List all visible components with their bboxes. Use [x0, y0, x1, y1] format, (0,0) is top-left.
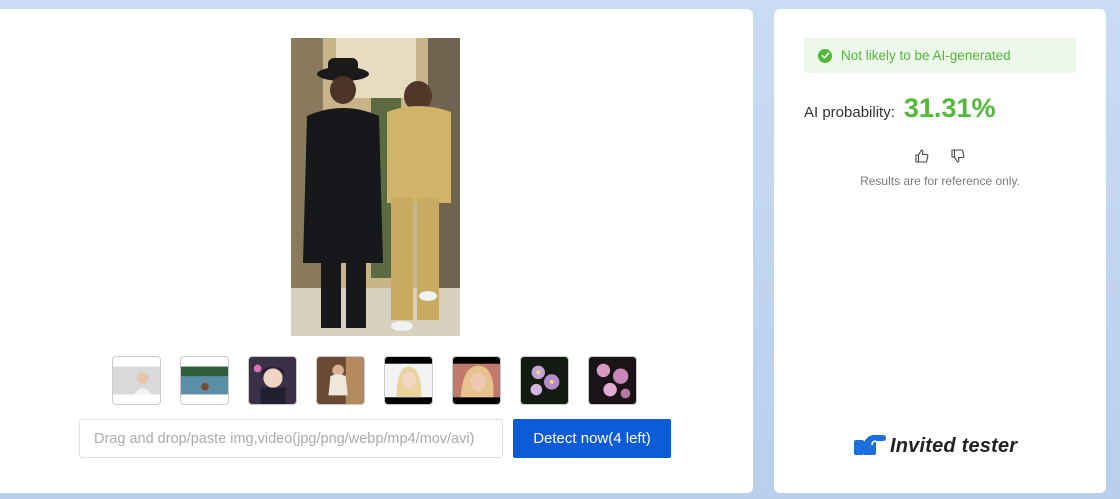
check-circle-icon [818, 48, 832, 63]
detect-now-button[interactable]: Detect now(4 left) [513, 419, 671, 458]
verdict-text: Not likely to be AI-generated [841, 48, 1011, 63]
sample-lake-landscape-icon [181, 357, 228, 404]
thumbs-up-icon[interactable] [914, 148, 930, 164]
sample-woman-portrait-icon [113, 357, 160, 404]
sample-blonde-woman-icon [385, 357, 432, 404]
ai-probability-label: AI probability: [804, 104, 895, 121]
feedback-buttons [914, 148, 966, 164]
thumbs-down-icon[interactable] [950, 148, 966, 164]
sample-thumb[interactable] [316, 356, 365, 405]
sample-anime-girl-icon [249, 357, 296, 404]
verdict-banner: Not likely to be AI-generated [804, 38, 1076, 73]
sample-thumb[interactable] [384, 356, 433, 405]
invited-tester-badge: Invited tester [854, 431, 1017, 462]
sample-thumb[interactable] [452, 356, 501, 405]
ai-probability-row: AI probability: 31.31% [804, 93, 995, 124]
result-panel: Not likely to be AI-generated AI probabi… [774, 9, 1106, 493]
sample-woman-sitting-icon [317, 357, 364, 404]
pointing-hand-icon [854, 431, 886, 462]
sample-thumb[interactable] [180, 356, 229, 405]
uploaded-image-preview [291, 38, 460, 336]
sample-pink-flowers-icon [589, 357, 636, 404]
upload-input[interactable] [79, 419, 503, 458]
sample-thumb[interactable] [520, 356, 569, 405]
sample-thumb[interactable] [588, 356, 637, 405]
detection-panel: Detect now(4 left) [0, 9, 753, 493]
ai-probability-value: 31.31% [903, 93, 996, 123]
disclaimer-text: Results are for reference only. [860, 174, 1020, 188]
sample-purple-flowers-icon [521, 357, 568, 404]
sample-thumb[interactable] [248, 356, 297, 405]
sample-woman-closeup-icon [453, 357, 500, 404]
sample-thumb[interactable] [112, 356, 161, 405]
invited-tester-label: Invited tester [890, 435, 1018, 457]
